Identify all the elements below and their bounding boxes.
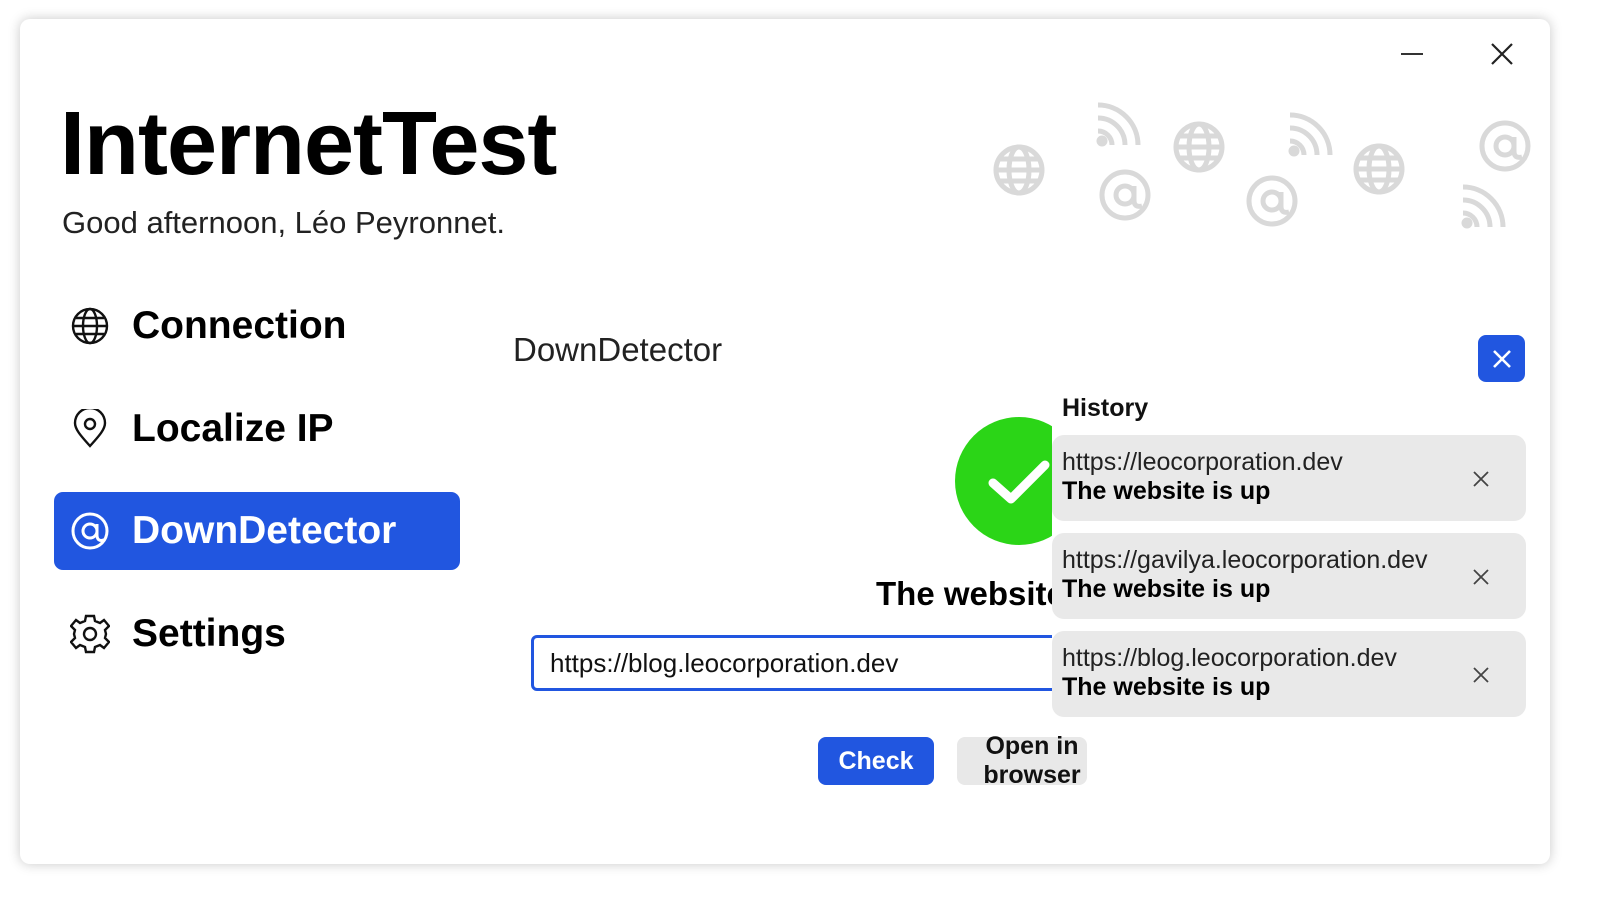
history-item-status: The website is up: [1062, 575, 1271, 603]
remove-history-item-button[interactable]: [1466, 660, 1496, 690]
globe-icon: [993, 144, 1045, 196]
app-title: InternetTest: [60, 94, 557, 194]
sidebar-item-label: Settings: [132, 612, 286, 655]
greeting-text: Good afternoon, Léo Peyronnet.: [62, 205, 505, 240]
wifi-icon: [1096, 102, 1141, 147]
history-item-status: The website is up: [1062, 477, 1271, 505]
history-panel: History https://leocorporation.dev The w…: [1052, 389, 1530, 729]
at-sign-icon: [1246, 175, 1298, 227]
sidebar-item-connection[interactable]: Connection: [54, 287, 460, 365]
history-item[interactable]: https://leocorporation.dev The website i…: [1052, 435, 1526, 521]
wifi-icon: [1461, 184, 1506, 229]
globe-icon: [68, 304, 112, 348]
minimize-icon: [1401, 53, 1423, 55]
remove-history-item-button[interactable]: [1466, 562, 1496, 592]
globe-icon: [1353, 143, 1405, 195]
sidebar-item-settings[interactable]: Settings: [54, 595, 460, 673]
url-input[interactable]: [531, 635, 1091, 691]
history-item[interactable]: https://gavilya.leocorporation.dev The w…: [1052, 533, 1526, 619]
minimize-button[interactable]: [1392, 41, 1432, 67]
wifi-icon: [1288, 112, 1333, 157]
close-icon: [1473, 471, 1489, 487]
history-item-status: The website is up: [1062, 673, 1271, 701]
history-item-url: https://blog.leocorporation.dev: [1062, 644, 1397, 672]
close-icon: [1473, 667, 1489, 683]
remove-history-item-button[interactable]: [1466, 464, 1496, 494]
page-title: DownDetector: [513, 331, 723, 368]
decorative-icon-pattern: [993, 102, 1531, 229]
open-in-browser-button[interactable]: Open in browser: [957, 732, 1087, 789]
at-sign-icon: [1099, 169, 1151, 221]
close-window-button[interactable]: [1482, 41, 1522, 67]
sidebar-item-localize-ip[interactable]: Localize IP: [54, 390, 460, 468]
sidebar-item-downdetector[interactable]: DownDetector: [54, 492, 460, 570]
close-history-button[interactable]: [1478, 335, 1525, 382]
history-item-url: https://gavilya.leocorporation.dev: [1062, 546, 1428, 574]
sidebar-item-label: Connection: [132, 304, 347, 347]
history-item[interactable]: https://blog.leocorporation.dev The webs…: [1052, 631, 1526, 717]
gear-icon: [68, 612, 112, 656]
at-sign-icon: [68, 509, 112, 553]
check-button[interactable]: Check: [818, 737, 934, 785]
history-item-url: https://leocorporation.dev: [1062, 448, 1343, 476]
sidebar-item-label: Localize IP: [132, 407, 334, 450]
history-title: History: [1062, 394, 1149, 422]
sidebar-item-label: DownDetector: [132, 509, 397, 552]
location-pin-icon: [68, 407, 112, 451]
close-icon: [1492, 349, 1511, 368]
close-icon: [1473, 569, 1489, 585]
globe-icon: [1173, 121, 1225, 173]
close-icon: [1491, 43, 1513, 65]
at-sign-icon: [1479, 120, 1531, 172]
app-window: InternetTest Good afternoon, Léo Peyronn…: [20, 19, 1550, 864]
